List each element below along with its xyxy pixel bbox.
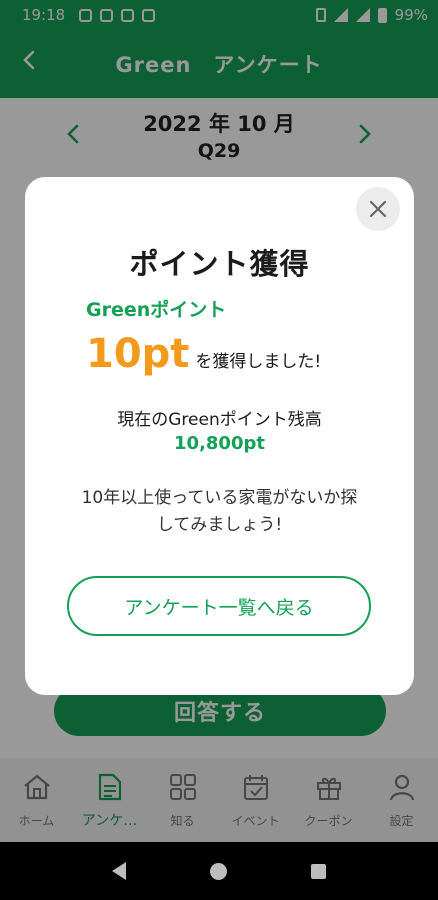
close-button[interactable] bbox=[356, 187, 400, 231]
close-icon bbox=[369, 200, 387, 218]
points-label: Greenポイント bbox=[86, 299, 227, 321]
system-nav-bar bbox=[0, 842, 438, 900]
points-value: 10pt bbox=[86, 331, 190, 377]
dialog-title: ポイント獲得 bbox=[129, 247, 310, 281]
tip-line: 10年以上使っている家電がないか探 bbox=[81, 488, 358, 508]
system-back-icon[interactable] bbox=[112, 862, 126, 880]
points-earned-row: 10pt を獲得しました! bbox=[86, 331, 321, 377]
balance-value: 10,800pt bbox=[174, 433, 265, 454]
tip-text: 10年以上使っている家電がないか探 してみましょう! bbox=[55, 485, 384, 539]
system-recents-icon[interactable] bbox=[311, 863, 326, 879]
points-dialog: ポイント獲得 Greenポイント 10pt を獲得しました! 現在のGreenポ… bbox=[25, 177, 414, 695]
balance-label: 現在のGreenポイント残高 bbox=[117, 410, 322, 430]
points-suffix: を獲得しました! bbox=[195, 352, 322, 372]
return-to-list-button[interactable]: アンケート一覧へ戻る bbox=[67, 576, 371, 636]
tip-line: してみましょう! bbox=[156, 515, 283, 535]
system-home-icon[interactable] bbox=[210, 862, 227, 880]
